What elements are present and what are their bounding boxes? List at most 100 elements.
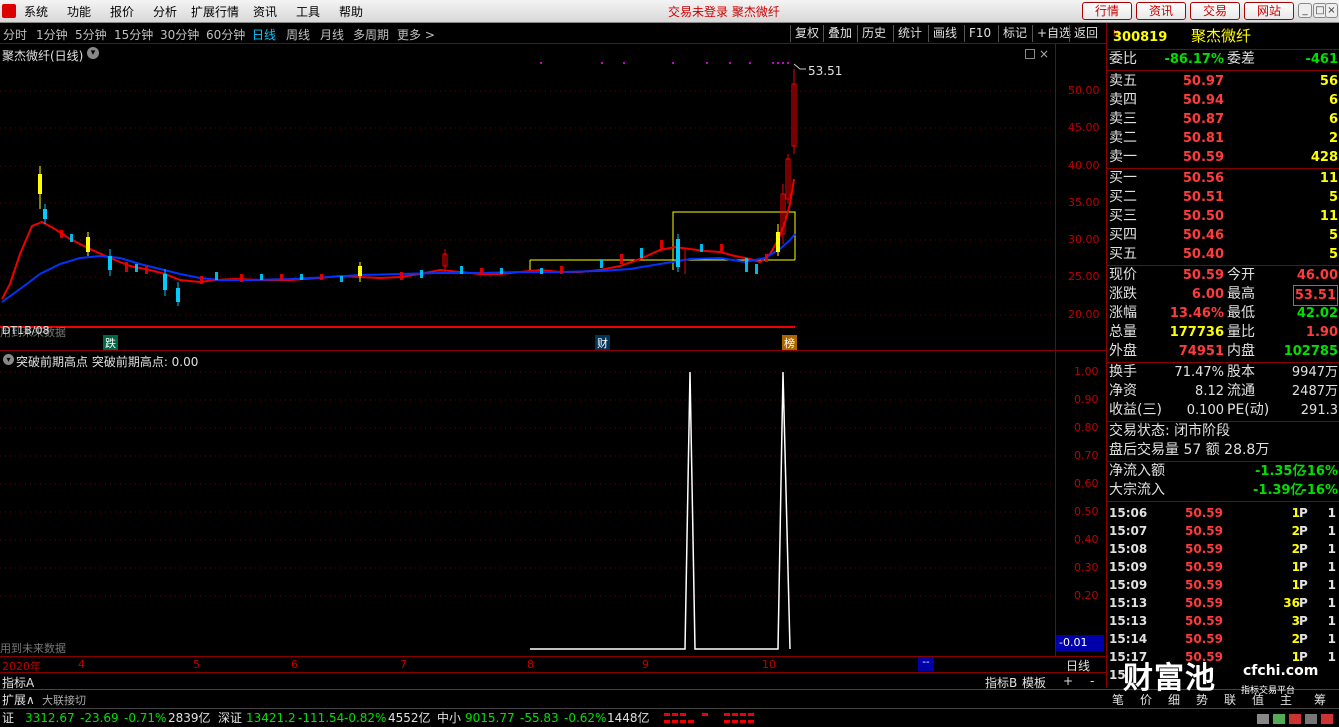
period-multi[interactable]: 多周期 bbox=[353, 26, 389, 43]
ask-row[interactable]: 卖四 50.94 6 bbox=[1107, 91, 1339, 110]
ask-label: 卖一 bbox=[1109, 149, 1137, 165]
weibi-value: -86.17% bbox=[1164, 52, 1224, 67]
menu-tools[interactable]: 工具 bbox=[296, 3, 320, 20]
tick-count: 1 bbox=[1327, 614, 1336, 628]
watermark-url: cfchi.com bbox=[1243, 663, 1319, 679]
marker-bang[interactable]: 榜 bbox=[782, 335, 797, 351]
block-inflow-value: -1.39亿 bbox=[1253, 483, 1304, 498]
tray-icons[interactable] bbox=[1255, 712, 1337, 726]
main-chart-panel[interactable]: 聚杰微纤(日线) ▾ × 53.51 50.00 45.00 40.00 35.… bbox=[0, 44, 1106, 351]
tool-mark[interactable]: 标记 bbox=[998, 25, 1031, 42]
tab-lian[interactable]: 联 bbox=[1224, 691, 1236, 708]
period-daily[interactable]: 日线 bbox=[252, 26, 276, 43]
ask-row[interactable]: 卖三 50.87 6 bbox=[1107, 110, 1339, 129]
website-button[interactable]: 网站 bbox=[1244, 2, 1294, 20]
tab-chou[interactable]: 筹 bbox=[1314, 691, 1326, 708]
ask-label: 卖三 bbox=[1109, 111, 1137, 127]
stock-code: 300819 bbox=[1113, 30, 1168, 45]
bid-row[interactable]: 买三 50.50 11 bbox=[1107, 207, 1339, 226]
x-tick: 9 bbox=[642, 658, 649, 671]
period-60min[interactable]: 60分钟 bbox=[206, 26, 245, 43]
tick-row: 15:07 50.59 2 P 1 bbox=[1107, 522, 1339, 540]
tick-count: 1 bbox=[1327, 524, 1336, 538]
tool-fuquan[interactable]: 复权 bbox=[790, 25, 823, 42]
tool-stats[interactable]: 统计 bbox=[893, 25, 926, 42]
quote-panel: N 300819 聚杰微纤 委比 -86.17% 委差 -461 卖五 50.97… bbox=[1106, 23, 1339, 696]
news-button[interactable]: 资讯 bbox=[1136, 2, 1186, 20]
bid-volume: 11 bbox=[1319, 171, 1338, 186]
ask-row[interactable]: 卖二 50.81 2 bbox=[1107, 129, 1339, 148]
tool-history[interactable]: 历史 bbox=[857, 25, 890, 42]
tool-draw[interactable]: 画线 bbox=[928, 25, 961, 42]
tab-expand[interactable]: 扩展∧ bbox=[2, 691, 35, 708]
tick-time: 15:08 bbox=[1109, 542, 1148, 556]
minimize-icon[interactable]: _ bbox=[1298, 3, 1312, 18]
menu-extended[interactable]: 扩展行情 bbox=[191, 3, 239, 20]
period-5min[interactable]: 5分钟 bbox=[75, 26, 107, 43]
stat-row: 净资 8.12 流通 2487万 bbox=[1107, 382, 1339, 401]
menu-analysis[interactable]: 分析 bbox=[153, 3, 177, 20]
trade-button[interactable]: 交易 bbox=[1190, 2, 1240, 20]
stat-label: 流通 bbox=[1227, 383, 1255, 399]
bid-row[interactable]: 买五 50.40 5 bbox=[1107, 245, 1339, 264]
stat-label: 内盘 bbox=[1227, 343, 1255, 359]
menu-quote[interactable]: 报价 bbox=[110, 3, 134, 20]
stat-value: 42.02 bbox=[1296, 306, 1338, 321]
period-15min[interactable]: 15分钟 bbox=[114, 26, 153, 43]
ask-row[interactable]: 卖一 50.59 428 bbox=[1107, 148, 1339, 167]
ask-row[interactable]: 卖五 50.97 56 bbox=[1107, 72, 1339, 91]
tool-f10[interactable]: F10 bbox=[964, 25, 995, 42]
period-30min[interactable]: 30分钟 bbox=[160, 26, 199, 43]
bid-row[interactable]: 买二 50.51 5 bbox=[1107, 188, 1339, 207]
index-amount: 4552亿 bbox=[388, 711, 431, 725]
menu-function[interactable]: 功能 bbox=[67, 3, 91, 20]
menu-news[interactable]: 资讯 bbox=[253, 3, 277, 20]
bid-row[interactable]: 买四 50.46 5 bbox=[1107, 226, 1339, 245]
ask-price: 50.87 bbox=[1182, 112, 1224, 127]
ind-y-tick: 0.20 bbox=[1074, 589, 1099, 602]
candlestick-chart bbox=[0, 62, 1055, 328]
close-icon[interactable]: × bbox=[1325, 3, 1338, 18]
quote-button[interactable]: 行情 bbox=[1082, 2, 1132, 20]
tool-back[interactable]: 返回 bbox=[1069, 25, 1102, 42]
y-tick: 50.00 bbox=[1068, 84, 1100, 97]
weicha-label: 委差 bbox=[1227, 51, 1255, 67]
index-value: 3312.67 bbox=[25, 711, 75, 725]
period-weekly[interactable]: 周线 bbox=[286, 26, 310, 43]
indicator-current-value: -0.01 bbox=[1056, 635, 1104, 651]
tick-flag: P bbox=[1299, 506, 1308, 520]
purple-dots bbox=[540, 62, 789, 64]
tool-overlay[interactable]: 叠加 bbox=[823, 25, 856, 42]
ind-y-tick: 0.60 bbox=[1074, 477, 1099, 490]
stat-label: 股本 bbox=[1227, 364, 1255, 380]
period-more[interactable]: 更多 > bbox=[397, 26, 435, 43]
stat-label: 涨幅 bbox=[1109, 305, 1137, 321]
stat-value: 13.46% bbox=[1169, 306, 1224, 321]
indicator-panel[interactable]: ▾ 突破前期高点 突破前期高点: 0.00 1.00 0.90 0.80 0.7… bbox=[0, 350, 1106, 657]
zoom-out-button[interactable]: - bbox=[1090, 674, 1094, 688]
block-inflow-row: 大宗流入 -1.39亿 -16% bbox=[1107, 481, 1339, 500]
menu-help[interactable]: 帮助 bbox=[339, 3, 363, 20]
menu-system[interactable]: 系统 bbox=[24, 3, 48, 20]
stat-label: 今开 bbox=[1227, 267, 1255, 283]
tick-row: 15:14 50.59 2 P 1 bbox=[1107, 630, 1339, 648]
watermark-logo: 财富池 bbox=[1123, 661, 1216, 696]
bid-price: 50.50 bbox=[1182, 209, 1224, 224]
tab-link[interactable]: 大联接切 bbox=[42, 692, 86, 708]
stat-value: 102785 bbox=[1283, 344, 1338, 359]
ind-y-tick: 0.80 bbox=[1074, 421, 1099, 434]
tick-time: 15:07 bbox=[1109, 524, 1148, 538]
stat-value: 71.47% bbox=[1174, 365, 1224, 380]
period-monthly[interactable]: 月线 bbox=[320, 26, 344, 43]
zoom-in-button[interactable]: + bbox=[1063, 674, 1073, 688]
stat-row: 现价 50.59 今开 46.00 bbox=[1107, 266, 1339, 285]
period-1min[interactable]: 1分钟 bbox=[36, 26, 68, 43]
tick-price: 50.59 bbox=[1185, 524, 1223, 538]
marker-die[interactable]: 跌 bbox=[103, 335, 118, 351]
stat-label: PE(动) bbox=[1227, 402, 1270, 418]
indicator-future-data-note: 用到未来数据 bbox=[0, 642, 66, 655]
period-fenshi[interactable]: 分时 bbox=[3, 26, 27, 43]
bid-row[interactable]: 买一 50.56 11 bbox=[1107, 169, 1339, 188]
marker-cai[interactable]: 财 bbox=[595, 335, 610, 351]
block-inflow-label: 大宗流入 bbox=[1109, 482, 1165, 498]
